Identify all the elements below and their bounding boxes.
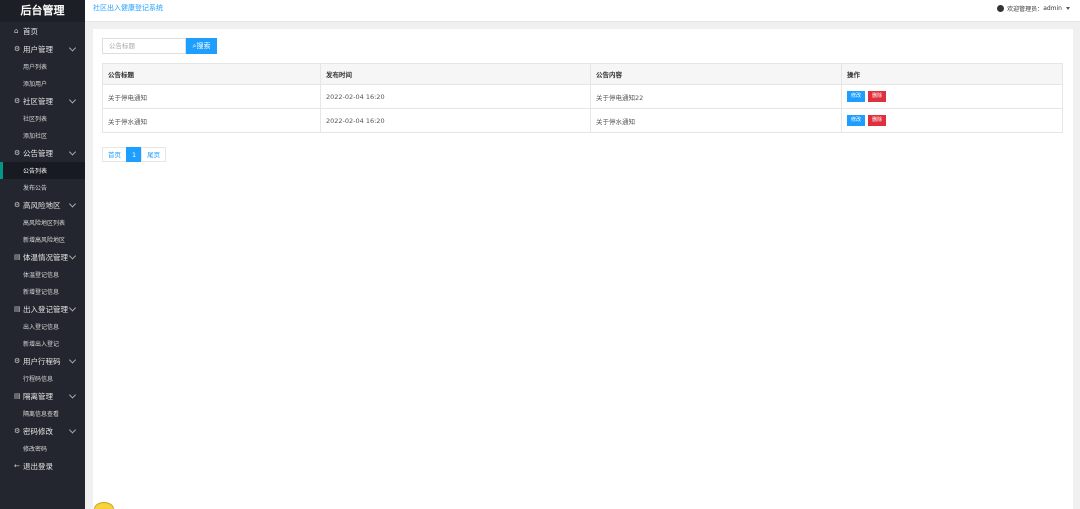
sidebar-group-label: 公告管理 xyxy=(23,148,53,158)
sidebar-group[interactable]: ⌂ 首页 xyxy=(0,22,85,40)
sidebar-group-label: 高风险地区 xyxy=(23,200,61,210)
username: admin xyxy=(1043,5,1062,12)
sidebar-item[interactable]: 隔离信息查看 xyxy=(0,405,85,422)
sidebar-item[interactable]: 添加用户 xyxy=(0,75,85,92)
sidebar-group-label: 出入登记管理 xyxy=(23,304,68,314)
announcement-table: 公告标题 发布时间 公告内容 操作 关于停电通知 2022-02-04 16:2… xyxy=(102,63,1063,133)
sidebar-item[interactable]: 高风险地区列表 xyxy=(0,214,85,231)
sidebar-item[interactable]: 发布公告 xyxy=(0,179,85,196)
app-title: 后台管理 xyxy=(0,0,85,22)
cell-time: 2022-02-04 16:20 xyxy=(320,84,591,109)
cell-content: 关于停水通知 xyxy=(590,108,842,133)
search-input[interactable] xyxy=(102,38,186,54)
sidebar-group[interactable]: ⚙ 用户行程码 xyxy=(0,352,85,370)
pagination: 首页 1 尾页 xyxy=(102,147,167,162)
welcome-text: 欢迎管理员： xyxy=(1007,6,1044,13)
gear-icon: ⚙ xyxy=(14,427,21,435)
chevron-down-icon xyxy=(68,426,77,434)
pager-first[interactable]: 首页 xyxy=(102,147,127,162)
column-header-content: 公告内容 xyxy=(590,63,842,85)
gear-icon: ⚙ xyxy=(14,357,21,365)
logout-icon: ← xyxy=(14,462,20,470)
search-button-label: 搜索 xyxy=(196,42,211,50)
sidebar-group[interactable]: ← 退出登录 xyxy=(0,457,85,475)
gear-icon: ⚙ xyxy=(14,97,21,105)
chevron-down-icon xyxy=(68,96,77,104)
sidebar-item[interactable]: 用户列表 xyxy=(0,58,85,75)
cell-title: 关于停水通知 xyxy=(102,108,321,133)
sidebar-item[interactable]: 行程码信息 xyxy=(0,370,85,387)
sidebar-group[interactable]: ⚙ 用户管理 xyxy=(0,40,85,58)
sidebar-group[interactable]: ⚙ 密码修改 xyxy=(0,422,85,440)
system-name[interactable]: 社区出入健康登记系统 xyxy=(93,3,163,13)
sidebar-item[interactable]: 添加社区 xyxy=(0,127,85,144)
sidebar-item[interactable]: 新增登记信息 xyxy=(0,283,85,300)
sidebar-group-label: 隔离管理 xyxy=(23,391,53,401)
delete-button[interactable]: 删除 xyxy=(868,115,887,126)
sidebar-group-label: 社区管理 xyxy=(23,96,53,106)
sidebar-group[interactable]: ⚙ 公告管理 xyxy=(0,144,85,162)
cell-title: 关于停电通知 xyxy=(102,84,321,109)
sidebar-group-label: 用户行程码 xyxy=(23,356,61,366)
sidebar-item[interactable]: 修改密码 xyxy=(0,440,85,457)
user-menu[interactable]: 欢迎管理员： admin xyxy=(997,4,1070,13)
chevron-down-icon xyxy=(68,391,77,399)
sidebar-item[interactable]: 新增出入登记 xyxy=(0,335,85,352)
gear-icon: ⚙ xyxy=(14,149,21,157)
gear-icon: ⚙ xyxy=(14,45,21,53)
sidebar-item[interactable]: 体温登记信息 xyxy=(0,266,85,283)
home-icon: ⌂ xyxy=(14,27,19,35)
chevron-down-icon xyxy=(68,252,77,260)
sidebar-item[interactable]: 出入登记信息 xyxy=(0,318,85,335)
table-header-row: 公告标题 发布时间 公告内容 操作 xyxy=(102,63,1063,85)
chevron-down-icon xyxy=(68,304,77,312)
document-icon: ▤ xyxy=(14,253,21,261)
sidebar-group[interactable]: ▤ 隔离管理 xyxy=(0,387,85,405)
sidebar-group[interactable]: ⚙ 高风险地区 xyxy=(0,196,85,214)
chevron-down-icon xyxy=(68,200,77,208)
sidebar-group-label: 密码修改 xyxy=(23,426,53,436)
sidebar-group-label: 退出登录 xyxy=(23,461,53,471)
user-avatar-icon xyxy=(997,5,1005,12)
sidebar-item[interactable]: 公告列表 xyxy=(0,162,85,179)
edit-button[interactable]: 修改 xyxy=(847,115,866,126)
sidebar-group[interactable]: ⚙ 社区管理 xyxy=(0,92,85,110)
cell-content: 关于停电通知22 xyxy=(590,84,842,109)
cell-actions: 修改 删除 xyxy=(841,108,1063,133)
document-icon: ▤ xyxy=(14,392,21,400)
top-header: 社区出入健康登记系统 欢迎管理员： admin xyxy=(85,0,1080,22)
sidebar-group[interactable]: ▤ 出入登记管理 xyxy=(0,300,85,318)
column-header-time: 发布时间 xyxy=(320,63,591,85)
search-bar: ⌕搜索 xyxy=(102,38,217,54)
pager-current[interactable]: 1 xyxy=(126,147,143,162)
document-icon: ▤ xyxy=(14,305,21,313)
edit-button[interactable]: 修改 xyxy=(847,91,866,102)
chevron-down-icon xyxy=(68,148,77,156)
sidebar-group-label: 首页 xyxy=(23,26,38,36)
caret-down-icon[interactable] xyxy=(1066,7,1070,10)
table-row: 关于停水通知 2022-02-04 16:20 关于停水通知 修改 删除 xyxy=(102,108,1063,133)
sidebar-item[interactable]: 社区列表 xyxy=(0,110,85,127)
search-button[interactable]: ⌕ 搜索 xyxy=(186,38,217,54)
delete-button[interactable]: 删除 xyxy=(868,91,887,102)
cell-time: 2022-02-04 16:20 xyxy=(320,108,591,133)
sidebar: 后台管理 ⌂ 首页 ⚙ 用户管理 用户列表 添加用户 ⚙ 社区管理 社区列表 添加社区 ⚙ 公告管理公… xyxy=(0,0,85,509)
sidebar-group-label: 体温情况管理 xyxy=(23,252,68,262)
chevron-down-icon xyxy=(68,356,77,364)
sidebar-nav: ⌂ 首页 ⚙ 用户管理 用户列表 添加用户 ⚙ 社区管理 社区列表 添加社区 ⚙ 公告管理 公告列表 发布… xyxy=(0,22,85,475)
column-header-actions: 操作 xyxy=(841,63,1063,85)
gear-icon: ⚙ xyxy=(14,201,21,209)
pager-last[interactable]: 尾页 xyxy=(141,147,167,162)
table-row: 关于停电通知 2022-02-04 16:20 关于停电通知22 修改 删除 xyxy=(102,84,1063,109)
column-header-title: 公告标题 xyxy=(102,63,321,85)
sidebar-group[interactable]: ▤ 体温情况管理 xyxy=(0,248,85,266)
cell-actions: 修改 删除 xyxy=(841,84,1063,109)
sidebar-group-label: 用户管理 xyxy=(23,44,53,54)
sun-mascot-icon xyxy=(94,502,114,509)
sidebar-item[interactable]: 新增高风险地区 xyxy=(0,231,85,248)
chevron-down-icon xyxy=(68,44,77,52)
main-content: ⌕搜索 公告标题 发布时间 公告内容 操作 关于停电通知 2022-02-04 … xyxy=(93,29,1073,509)
